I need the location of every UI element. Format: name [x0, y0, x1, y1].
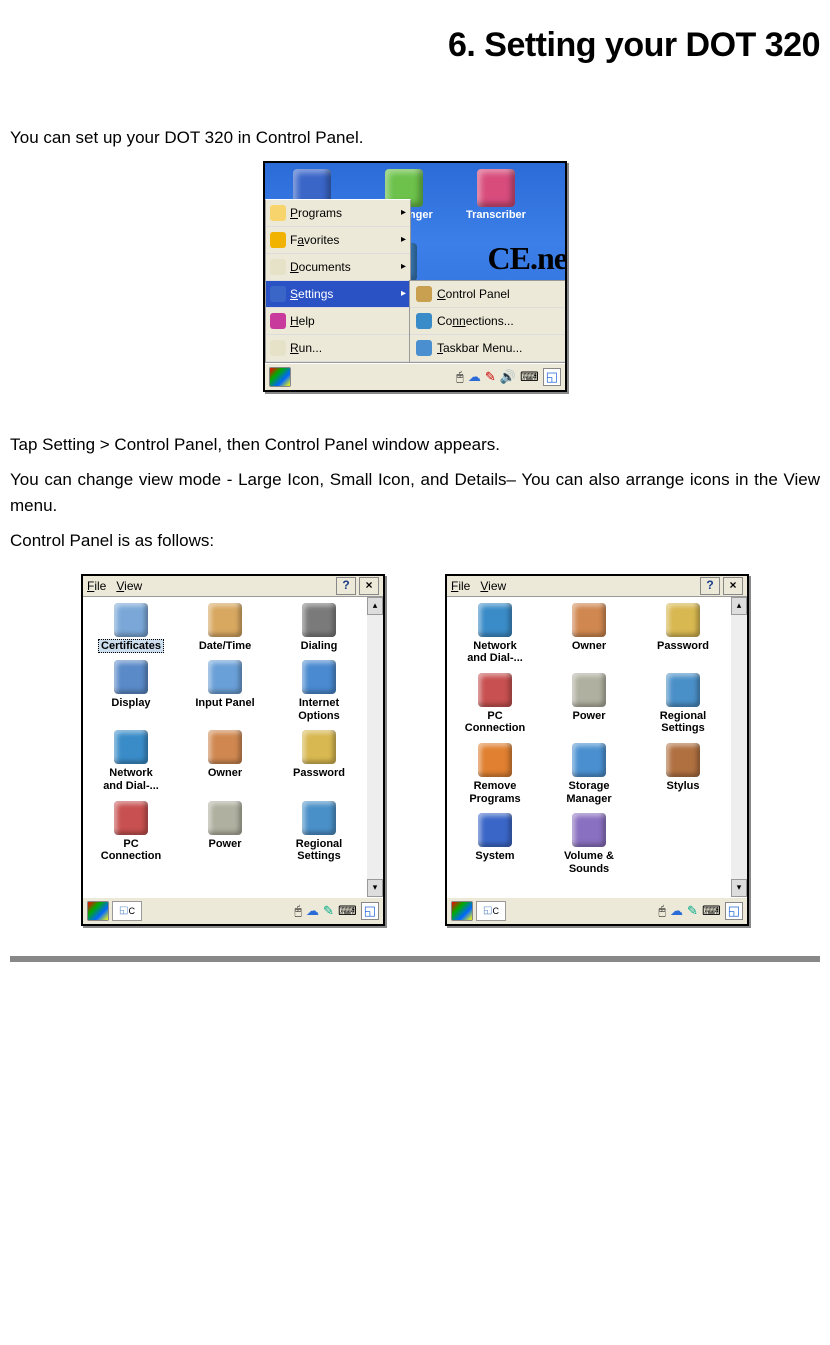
- control-panel-item[interactable]: PC Connection: [85, 801, 177, 863]
- scroll-down[interactable]: ▾: [367, 879, 383, 897]
- keyboard-icon[interactable]: ⌨: [338, 903, 357, 919]
- settings-submenu: Control PanelConnections...Taskbar Menu.…: [409, 280, 565, 363]
- close-button[interactable]: ×: [723, 577, 743, 595]
- body-text: Control Panel is as follows:: [10, 528, 820, 554]
- control-panel-item[interactable]: System: [449, 813, 541, 875]
- control-panel-item[interactable]: Regional Settings: [637, 673, 729, 735]
- submenu-item[interactable]: Control Panel: [410, 281, 565, 308]
- menubar: File View ? ×: [83, 576, 383, 597]
- footer-rule: [10, 956, 820, 962]
- taskbar: ◱C 🖰 ☁ ✎ ⌨ ◱: [447, 897, 747, 924]
- menu-file[interactable]: File: [87, 579, 106, 593]
- control-panel-item[interactable]: Volume & Sounds: [543, 813, 635, 875]
- control-panel-item[interactable]: Power: [543, 673, 635, 735]
- submenu-item[interactable]: Connections...: [410, 308, 565, 335]
- tray-icon[interactable]: ✎: [485, 369, 496, 385]
- control-panel-item[interactable]: Input Panel: [179, 660, 271, 722]
- start-button[interactable]: [87, 901, 109, 921]
- control-panel-item[interactable]: Owner: [543, 603, 635, 665]
- tray-icon[interactable]: ✎: [687, 903, 698, 919]
- tray-icon[interactable]: ✎: [323, 903, 334, 919]
- scroll-down[interactable]: ▾: [731, 879, 747, 897]
- scroll-track[interactable]: [731, 615, 747, 879]
- help-button[interactable]: ?: [336, 577, 356, 595]
- control-panel-item[interactable]: Certificates: [85, 603, 177, 653]
- control-panel-item[interactable]: Stylus: [637, 743, 729, 805]
- menubar: File View ? ×: [447, 576, 747, 597]
- start-menu: Programs▸Favorites▸Documents▸Settings▸He…: [265, 199, 411, 363]
- control-panel-item[interactable]: Remove Programs: [449, 743, 541, 805]
- system-tray: 🖰 ☁ ✎ ⌨ ◱: [294, 902, 379, 920]
- menu-item[interactable]: Programs▸: [266, 200, 410, 227]
- keyboard-icon[interactable]: ⌨: [520, 369, 539, 385]
- tray-icon[interactable]: 🖰: [294, 903, 302, 919]
- control-panel-window-1: File View ? × CertificatesDate/TimeDiali…: [81, 574, 385, 926]
- panel-body: Network and Dial-...OwnerPassword PC Conn…: [447, 597, 747, 897]
- control-panel-item[interactable]: Password: [273, 730, 365, 792]
- tray-icon[interactable]: 🖰: [456, 369, 464, 385]
- scrollbar[interactable]: ▴ ▾: [731, 597, 747, 897]
- task-button[interactable]: ◱C: [112, 901, 142, 921]
- tray-icon[interactable]: ☁: [670, 903, 683, 919]
- menu-view[interactable]: View: [116, 579, 142, 593]
- system-tray: 🖰 ☁ ✎ 🔊 ⌨ ◱: [456, 368, 561, 386]
- desktop-icon[interactable]: ◱: [361, 902, 379, 920]
- control-panel-item[interactable]: Storage Manager: [543, 743, 635, 805]
- control-panel-window-2: File View ? × Network and Dial-...OwnerP…: [445, 574, 749, 926]
- close-button[interactable]: ×: [359, 577, 379, 595]
- taskbar: 🖰 ☁ ✎ 🔊 ⌨ ◱: [265, 363, 565, 390]
- control-panel-item[interactable]: Dialing: [273, 603, 365, 653]
- control-panel-item[interactable]: Password: [637, 603, 729, 665]
- control-panel-item[interactable]: Display: [85, 660, 177, 722]
- tray-icon[interactable]: ☁: [468, 369, 481, 385]
- menu-view[interactable]: View: [480, 579, 506, 593]
- menu-item[interactable]: Documents▸: [266, 254, 410, 281]
- desktop-area: My ComputerMessengerTranscriber Recycle …: [265, 163, 565, 363]
- submenu-item[interactable]: Taskbar Menu...: [410, 335, 565, 362]
- tray-icon[interactable]: 🖰: [658, 903, 666, 919]
- control-panel-item[interactable]: Date/Time: [179, 603, 271, 653]
- page-title: 6. Setting your DOT 320: [10, 26, 820, 65]
- body-text: Tap Setting > Control Panel, then Contro…: [10, 432, 820, 458]
- keyboard-icon[interactable]: ⌨: [702, 903, 721, 919]
- tray-icon[interactable]: 🔊: [500, 369, 516, 385]
- control-panel-item[interactable]: Owner: [179, 730, 271, 792]
- help-button[interactable]: ?: [700, 577, 720, 595]
- control-panel-item[interactable]: Network and Dial-...: [449, 603, 541, 665]
- intro-text: You can set up your DOT 320 in Control P…: [10, 125, 820, 151]
- control-panel-item[interactable]: Internet Options: [273, 660, 365, 722]
- body-text: You can change view mode - Large Icon, S…: [10, 467, 820, 518]
- start-button[interactable]: [269, 367, 291, 387]
- desktop-icon[interactable]: ◱: [725, 902, 743, 920]
- control-panel-item[interactable]: PC Connection: [449, 673, 541, 735]
- ce-logo-text: CE.ne: [488, 240, 565, 277]
- panel-body: CertificatesDate/TimeDialing DisplayInput…: [83, 597, 383, 897]
- control-panel-item[interactable]: Power: [179, 801, 271, 863]
- scroll-track[interactable]: [367, 615, 383, 879]
- menu-item[interactable]: Run...: [266, 335, 410, 362]
- menu-item[interactable]: Favorites▸: [266, 227, 410, 254]
- tray-icon[interactable]: ☁: [306, 903, 319, 919]
- desktop-icon[interactable]: Transcriber: [461, 169, 531, 233]
- scrollbar[interactable]: ▴ ▾: [367, 597, 383, 897]
- start-button[interactable]: [451, 901, 473, 921]
- control-panel-item[interactable]: Network and Dial-...: [85, 730, 177, 792]
- taskbar: ◱C 🖰 ☁ ✎ ⌨ ◱: [83, 897, 383, 924]
- control-panel-screens: File View ? × CertificatesDate/TimeDiali…: [10, 574, 820, 926]
- menu-item[interactable]: Help: [266, 308, 410, 335]
- menu-item[interactable]: Settings▸: [266, 281, 410, 308]
- menu-file[interactable]: File: [451, 579, 470, 593]
- scroll-up[interactable]: ▴: [731, 597, 747, 615]
- control-panel-item[interactable]: Regional Settings: [273, 801, 365, 863]
- desktop-screenshot: My ComputerMessengerTranscriber Recycle …: [263, 161, 567, 392]
- desktop-icon[interactable]: ◱: [543, 368, 561, 386]
- system-tray: 🖰 ☁ ✎ ⌨ ◱: [658, 902, 743, 920]
- scroll-up[interactable]: ▴: [367, 597, 383, 615]
- task-button[interactable]: ◱C: [476, 901, 506, 921]
